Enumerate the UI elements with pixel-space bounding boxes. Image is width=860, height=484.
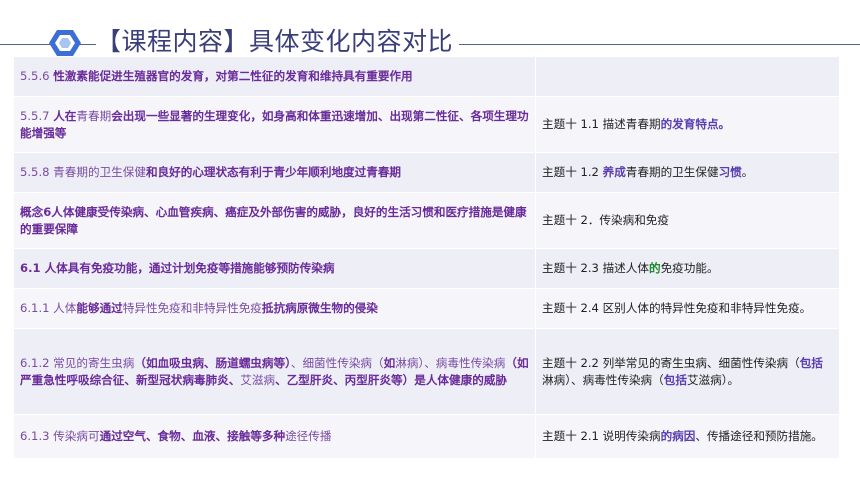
- topic-cell: 主题十 2.2 列举常见的寄生虫病、细菌性传染病（包括淋病）、病毒性传染病（包括…: [535, 328, 840, 415]
- left-text-segment: 淋病）、病毒性传染病: [395, 356, 506, 370]
- left-text-segment: 青春期: [76, 109, 112, 123]
- right-text-segment: 主题十 2.3 描述人体: [542, 261, 649, 276]
- standard-cell: 6.1.3 传染病可通过空气、食物、血液、接触等多种途径传播: [13, 414, 536, 459]
- left-text-segment: 艾滋病: [240, 372, 276, 387]
- left-text-segment: 、乙型肝炎、丙型肝炎等）是人体健康的威胁: [275, 372, 507, 387]
- topic-cell: 主题十 1.1 描述青春期的发育特点。: [535, 96, 840, 153]
- left-text-segment: 如: [383, 356, 396, 370]
- left-text-segment: 概念6人体健康受传染病、心血管疾病、癌症及外部伤害的威胁，良好的生活习惯和医疗措…: [20, 205, 527, 236]
- right-text-segment: 的发育特点。: [660, 117, 731, 132]
- standard-cell: 5.5.6 性激素能促进生殖器官的发育，对第二性征的发育和维持具有重要作用: [13, 56, 536, 97]
- topic-cell: [535, 56, 840, 97]
- right-text-segment: 艾滋病）。: [686, 372, 740, 387]
- standard-cell: 6.1 人体具有免疫功能，通过计划免疫等措施能够预防传染病: [13, 248, 536, 289]
- right-text-segment: 习惯: [718, 165, 742, 180]
- left-text-segment: 6.1.3 传染病可: [20, 429, 100, 444]
- topic-cell: 主题十 1.2 养成青春期的卫生保健习惯。: [535, 152, 840, 193]
- left-text-segment: 和良好的心理状态有利于青少年顺利地度过青春期: [145, 165, 402, 180]
- table-row: 6.1.2 常见的寄生虫病（如血吸虫病、肠道蠕虫病等）、细菌性传染病（如淋病）、…: [13, 328, 840, 415]
- topic-cell: 主题十 2．传染病和免疫: [535, 192, 840, 249]
- right-text-segment: 包括: [799, 356, 823, 370]
- left-text-segment: 6.1 人体具有免疫功能，通过计划免疫等措施能够预防传染病: [20, 261, 335, 276]
- table-row: 6.1.3 传染病可通过空气、食物、血液、接触等多种途径传播 主题十 2.1 说…: [13, 414, 840, 459]
- right-text-segment: 的: [648, 261, 661, 276]
- standard-cell: 5.5.8 青春期的卫生保健和良好的心理状态有利于青少年顺利地度过青春期: [13, 152, 536, 193]
- table-row: 5.5.6 性激素能促进生殖器官的发育，对第二性征的发育和维持具有重要作用: [13, 56, 840, 97]
- right-text-segment: 。: [741, 165, 754, 180]
- topic-cell: 主题十 2.3 描述人体的免疫功能。: [535, 248, 840, 289]
- left-text-segment: （如血吸虫病、肠道蠕虫病等）: [134, 356, 291, 370]
- table-row: 概念6人体健康受传染病、心血管疾病、癌症及外部伤害的威胁，良好的生活习惯和医疗措…: [13, 192, 840, 249]
- right-text-segment: 主题十 1.2: [542, 165, 603, 180]
- left-text-segment: 抵抗病原微生物的侵染: [261, 301, 378, 316]
- right-text-segment: 主题十 2．传染病和免疫: [542, 213, 669, 228]
- page-title: 【课程内容】具体变化内容对比: [96, 24, 460, 60]
- table-row: 6.1.1 人体能够通过特异性免疫和非特异性免疫抵抗病原微生物的侵染 主题十 2…: [13, 288, 840, 329]
- right-text-segment: 主题十 1.1 描述青春期: [542, 117, 661, 132]
- right-text-segment: 的病因: [660, 429, 696, 444]
- left-text-segment: 特异性免疫和非特异性免疫: [122, 301, 262, 316]
- left-text-segment: 、细菌性传染病（: [290, 356, 384, 370]
- standard-cell: 5.5.7 人在青春期会出现一些显著的生理变化，如身高和体重迅速增加、出现第二性…: [13, 96, 536, 153]
- left-text-segment: 6.1.2 常见的寄生虫病: [20, 356, 135, 370]
- right-text-segment: 包括: [663, 372, 687, 387]
- hexagon-logo-icon: [48, 28, 82, 58]
- comparison-table: 5.5.6 性激素能促进生殖器官的发育，对第二性征的发育和维持具有重要作用 5.…: [13, 56, 840, 459]
- right-text-segment: 主题十 2.1 说明传染病: [542, 429, 661, 444]
- topic-cell: 主题十 2.4 区别人体的特异性免疫和非特异性免疫。: [535, 288, 840, 329]
- table-row: 5.5.8 青春期的卫生保健和良好的心理状态有利于青少年顺利地度过青春期 主题十…: [13, 152, 840, 193]
- right-text-segment: 免疫功能。: [660, 261, 719, 276]
- right-text-segment: 青春期的卫生保健: [625, 165, 719, 180]
- left-text-segment: 性激素能促进生殖器官的发育，对第二性征的发育和维持具有重要作用: [53, 69, 413, 84]
- right-text-segment: 主题十 2.2 列举常见的寄生虫病、细菌性传染病（: [542, 356, 800, 370]
- topic-cell: 主题十 2.1 说明传染病的病因、传播途径和预防措施。: [535, 414, 840, 459]
- left-text-segment: 5.5.8 青春期的卫生保健: [20, 165, 146, 180]
- left-text-segment: 5.5.6: [20, 69, 54, 84]
- left-text-segment: 通过空气、食物、血液、接触等多种: [99, 429, 286, 444]
- left-text-segment: 5.5.7: [20, 109, 54, 123]
- standard-cell: 6.1.1 人体能够通过特异性免疫和非特异性免疫抵抗病原微生物的侵染: [13, 288, 536, 329]
- left-text-segment: 能够通过: [76, 301, 123, 316]
- standard-cell: 概念6人体健康受传染病、心血管疾病、癌症及外部伤害的威胁，良好的生活习惯和医疗措…: [13, 192, 536, 249]
- right-text-segment: 、传播途径和预防措施。: [695, 429, 823, 444]
- standard-cell: 6.1.2 常见的寄生虫病（如血吸虫病、肠道蠕虫病等）、细菌性传染病（如淋病）、…: [13, 328, 536, 415]
- left-text-segment: 6.1.1 人体: [20, 301, 77, 316]
- right-text-segment: 淋病）、病毒性传染病（: [542, 372, 664, 387]
- right-text-segment: 养成: [602, 165, 626, 180]
- table-row: 5.5.7 人在青春期会出现一些显著的生理变化，如身高和体重迅速增加、出现第二性…: [13, 96, 840, 153]
- table-row: 6.1 人体具有免疫功能，通过计划免疫等措施能够预防传染病 主题十 2.3 描述…: [13, 248, 840, 289]
- right-text-segment: 主题十 2.4 区别人体的特异性免疫和非特异性免疫。: [542, 301, 812, 316]
- left-text-segment: 途径传播: [285, 429, 332, 444]
- left-text-segment: 人在: [53, 109, 77, 123]
